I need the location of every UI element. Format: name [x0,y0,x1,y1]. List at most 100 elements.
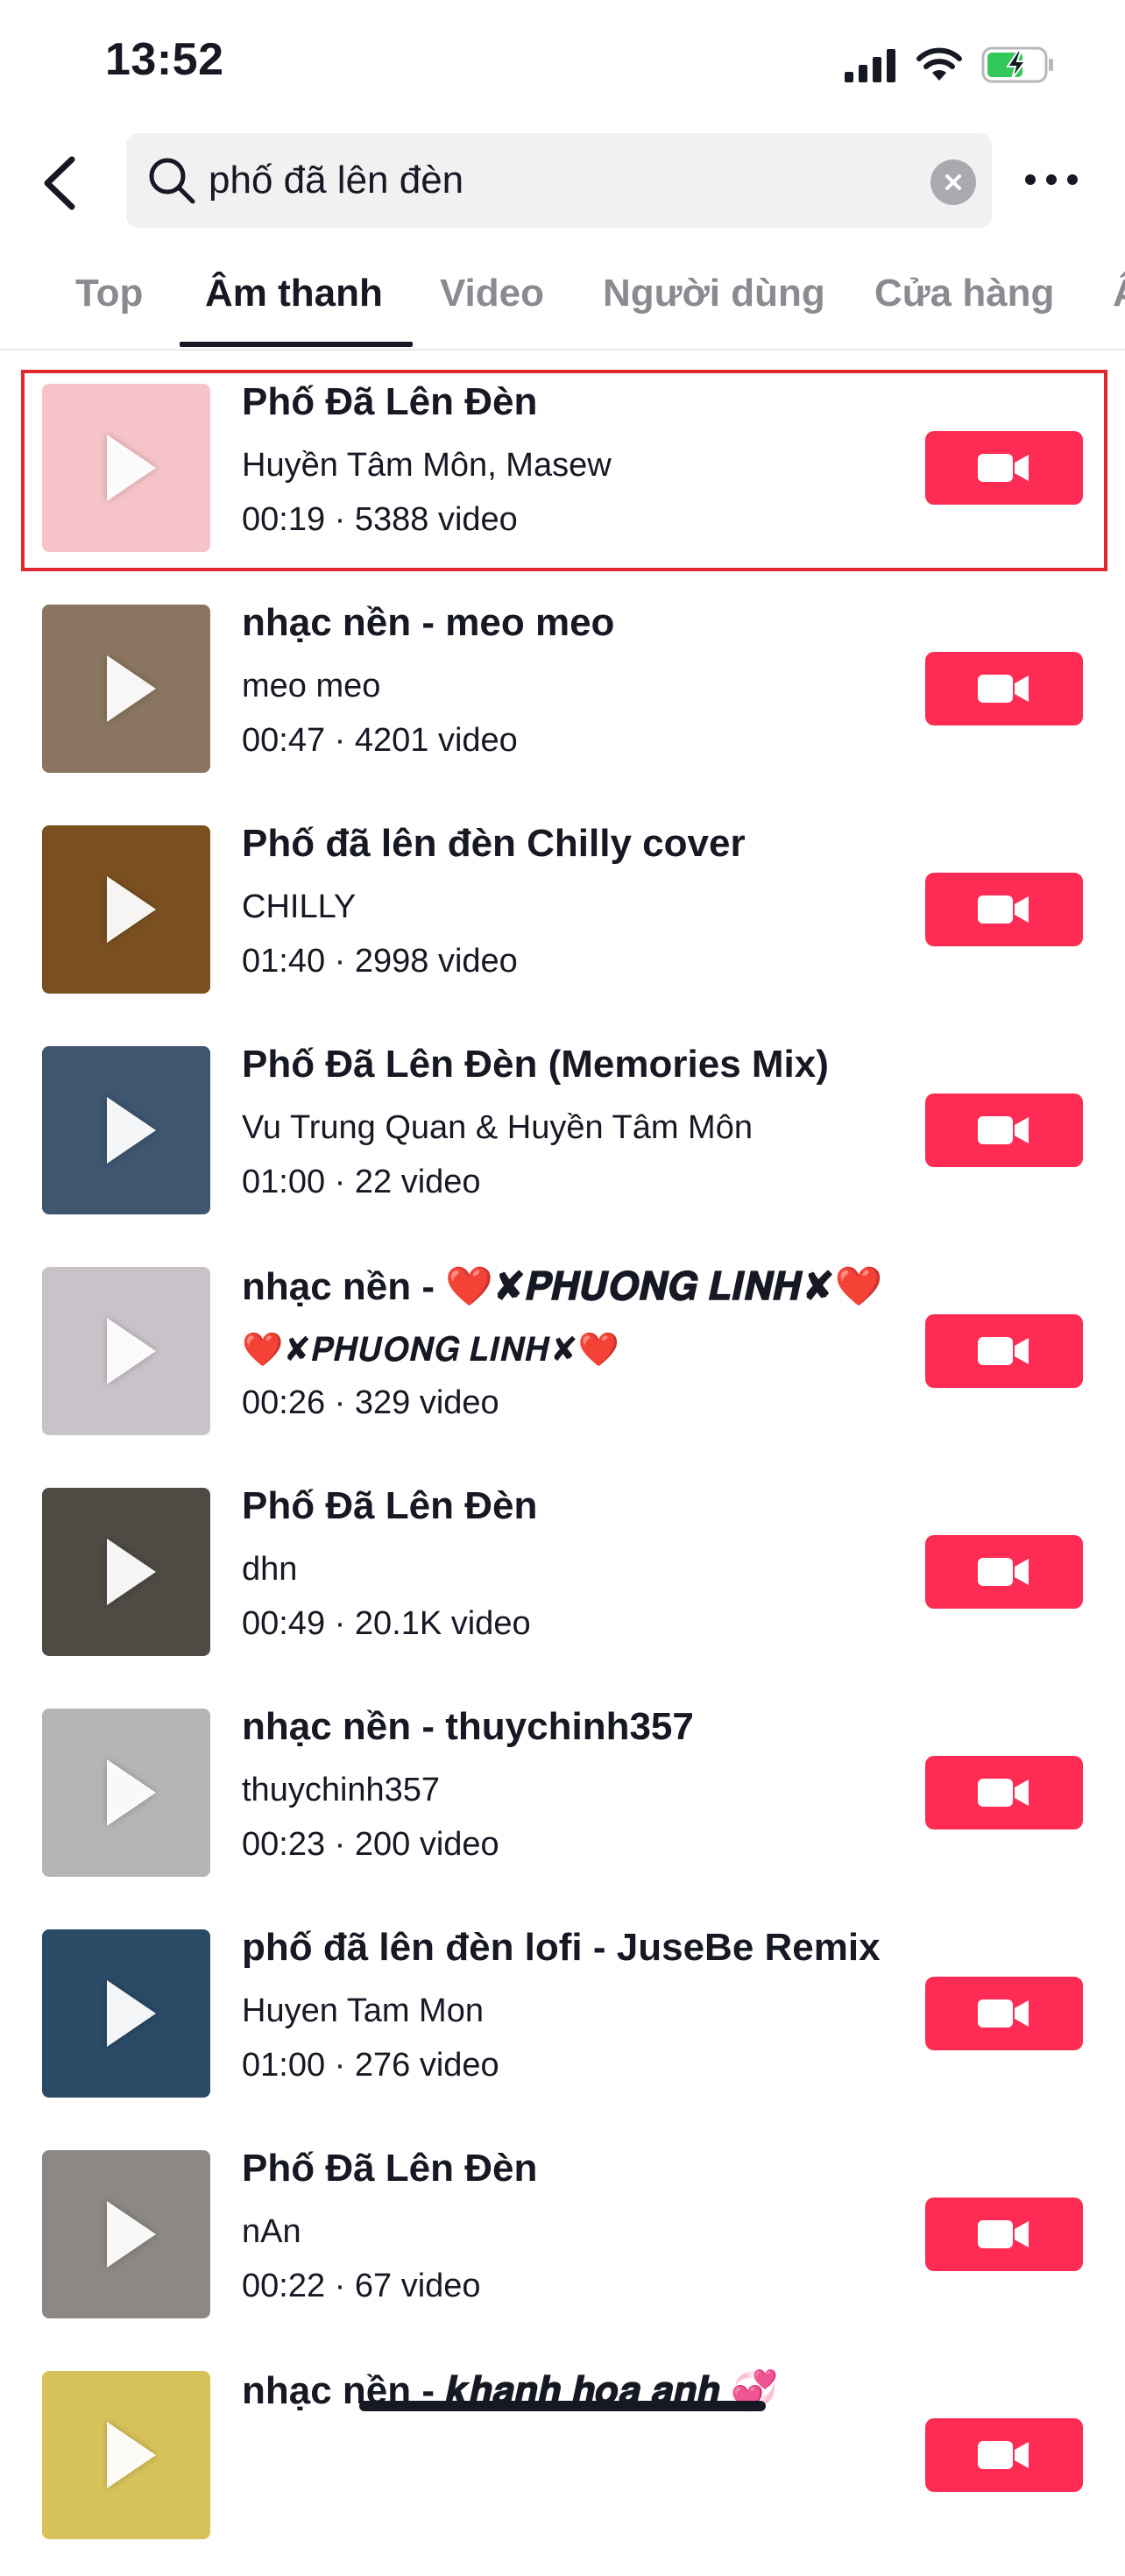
meta-separator: · [325,1164,355,1200]
sound-artist: nAn [242,2213,301,2250]
sound-meta: 00:23 · 200 video [242,1826,499,1864]
use-sound-button[interactable] [925,652,1083,725]
sound-meta: 01:00 · 276 video [242,2047,499,2084]
sound-meta: 01:40 · 2998 video [242,943,518,980]
sound-result-row[interactable]: Phố Đã Lên Đèn Huyền Tâm Môn, Masew 00:19 … [0,368,1125,589]
sound-meta: 00:47 · 4201 video [242,722,518,760]
sound-thumbnail[interactable] [42,1046,210,1214]
meta-separator: · [325,1605,355,1642]
sound-thumbnail[interactable] [42,1488,210,1656]
use-sound-button[interactable] [925,1756,1083,1829]
sound-artist: CHILLY [242,888,357,925]
home-indicator [359,2401,766,2411]
video-camera-icon [978,2220,1029,2248]
play-icon[interactable] [107,2201,156,2268]
sound-video-count: 4201 video [354,722,518,759]
sound-result-row[interactable]: Phố Đã Lên Đèn nAn 00:22 · 67 video [0,2134,1125,2355]
meta-separator: · [325,943,355,980]
sound-artist: Huyen Tam Mon [242,1992,484,2029]
search-header: phố đã lên đèn [0,131,1125,237]
video-camera-icon [978,1116,1029,1144]
tab-top[interactable]: Top [75,272,143,315]
sound-meta: 00:19 · 5388 video [242,501,518,539]
sound-thumbnail[interactable] [42,2150,210,2318]
play-icon[interactable] [107,2422,156,2488]
play-icon[interactable] [107,655,156,722]
use-sound-button[interactable] [925,1314,1083,1388]
sound-result-row[interactable]: phố đã lên đèn lofi - JuseBe Remix Huyen … [0,1914,1125,2134]
use-sound-button[interactable] [925,2418,1083,2492]
sound-result-row[interactable]: Phố đã lên đèn Chilly cover CHILLY 01:40 ·… [0,810,1125,1030]
use-sound-button[interactable] [925,1977,1083,2050]
meta-separator: · [325,2047,355,2084]
video-camera-icon [978,1779,1029,1807]
use-sound-button[interactable] [925,873,1083,946]
sound-result-row[interactable]: nhạc nền - 𝒌𝒉𝒂𝒏𝒉 𝒉𝒐𝒂 𝒂𝒏𝒉 💞 [0,2355,1125,2576]
sound-duration: 00:22 [242,2268,326,2304]
status-icons [845,39,1055,91]
play-icon[interactable] [107,1097,156,1164]
play-icon[interactable] [107,876,156,943]
play-icon[interactable] [107,435,156,501]
sound-artist: ❤️✘𝑷𝑯𝑼𝑶𝑵𝑮 𝑳𝑰𝑵𝑯✘❤️ [242,1332,620,1369]
tab-shop[interactable]: Cửa hàng [874,272,1054,315]
clear-icon[interactable] [930,159,976,205]
search-input[interactable]: phố đã lên đèn [209,159,463,202]
sound-duration: 01:40 [242,943,326,980]
play-icon[interactable] [107,1759,156,1826]
play-icon[interactable] [107,1318,156,1384]
sound-thumbnail[interactable] [42,2371,210,2539]
use-sound-button[interactable] [925,1093,1083,1167]
meta-separator: · [325,1826,355,1863]
sound-title: nhạc nền - thuychinh357 [242,1705,694,1748]
sound-video-count: 276 video [354,2047,499,2084]
sound-thumbnail[interactable] [42,1929,210,2098]
sound-title: Phố Đã Lên Đèn [242,380,538,423]
sound-artist: meo meo [242,668,381,704]
sound-artist: dhn [242,1551,298,1588]
sound-title: phố đã lên đèn lofi - JuseBe Remix [242,1926,881,1969]
sound-video-count: 5388 video [354,501,518,538]
use-sound-button[interactable] [925,431,1083,505]
sound-thumbnail[interactable] [42,605,210,773]
sound-duration: 01:00 [242,1164,326,1200]
status-time: 13:52 [105,34,224,85]
sound-thumbnail[interactable] [42,1709,210,1877]
sound-result-row[interactable]: nhạc nền - meo meo meo meo 00:47 · 4201 vi… [0,589,1125,810]
search-bar[interactable]: phố đã lên đèn [126,133,992,228]
sound-thumbnail[interactable] [42,384,210,552]
sound-duration: 00:47 [242,722,326,759]
tab-users[interactable]: Người dùng [603,272,825,315]
sound-title: Phố đã lên đèn Chilly cover [242,822,746,865]
tab-more-partial[interactable]: Â [1113,272,1125,315]
use-sound-button[interactable] [925,2197,1083,2271]
play-icon[interactable] [107,1539,156,1605]
search-icon [149,158,195,204]
sound-duration: 00:23 [242,1826,326,1863]
signal-icon [845,49,895,82]
tab-video[interactable]: Video [440,272,544,315]
video-camera-icon [978,1337,1029,1365]
sound-thumbnail[interactable] [42,1267,210,1435]
sound-result-row[interactable]: nhạc nền - ❤️✘𝑷𝑯𝑼𝑶𝑵𝑮 𝑳𝑰𝑵𝑯✘❤️ ❤️✘𝑷𝑯𝑼𝑶𝑵𝑮 𝑳𝑰… [0,1251,1125,1472]
more-icon[interactable] [1025,166,1078,193]
tab-sounds[interactable]: Âm thanh [205,272,383,315]
search-tabs: Top Âm thanh Video Người dùng Cửa hàng Â [0,263,1125,350]
play-icon[interactable] [107,1980,156,2047]
sound-duration: 00:26 [242,1384,326,1421]
back-icon[interactable] [33,152,86,214]
sound-title: nhạc nền - meo meo [242,601,615,644]
sound-result-row[interactable]: nhạc nền - thuychinh357 thuychinh357 00:23… [0,1693,1125,1914]
video-camera-icon [978,1999,1029,2028]
sound-title: Phố Đã Lên Đèn [242,1484,538,1527]
sound-thumbnail[interactable] [42,825,210,994]
sound-meta: 00:26 · 329 video [242,1384,499,1422]
sound-video-count: 2998 video [354,943,518,980]
sound-video-count: 20.1K video [354,1605,531,1642]
sound-result-row[interactable]: Phố Đã Lên Đèn dhn 00:49 · 20.1K video [0,1472,1125,1693]
sound-result-row[interactable]: Phố Đã Lên Đèn (Memories Mix) Vu Trung Qu… [0,1030,1125,1251]
sound-duration: 01:00 [242,2047,326,2084]
video-camera-icon [978,895,1029,924]
sound-title: Phố Đã Lên Đèn [242,2147,538,2190]
use-sound-button[interactable] [925,1535,1083,1609]
